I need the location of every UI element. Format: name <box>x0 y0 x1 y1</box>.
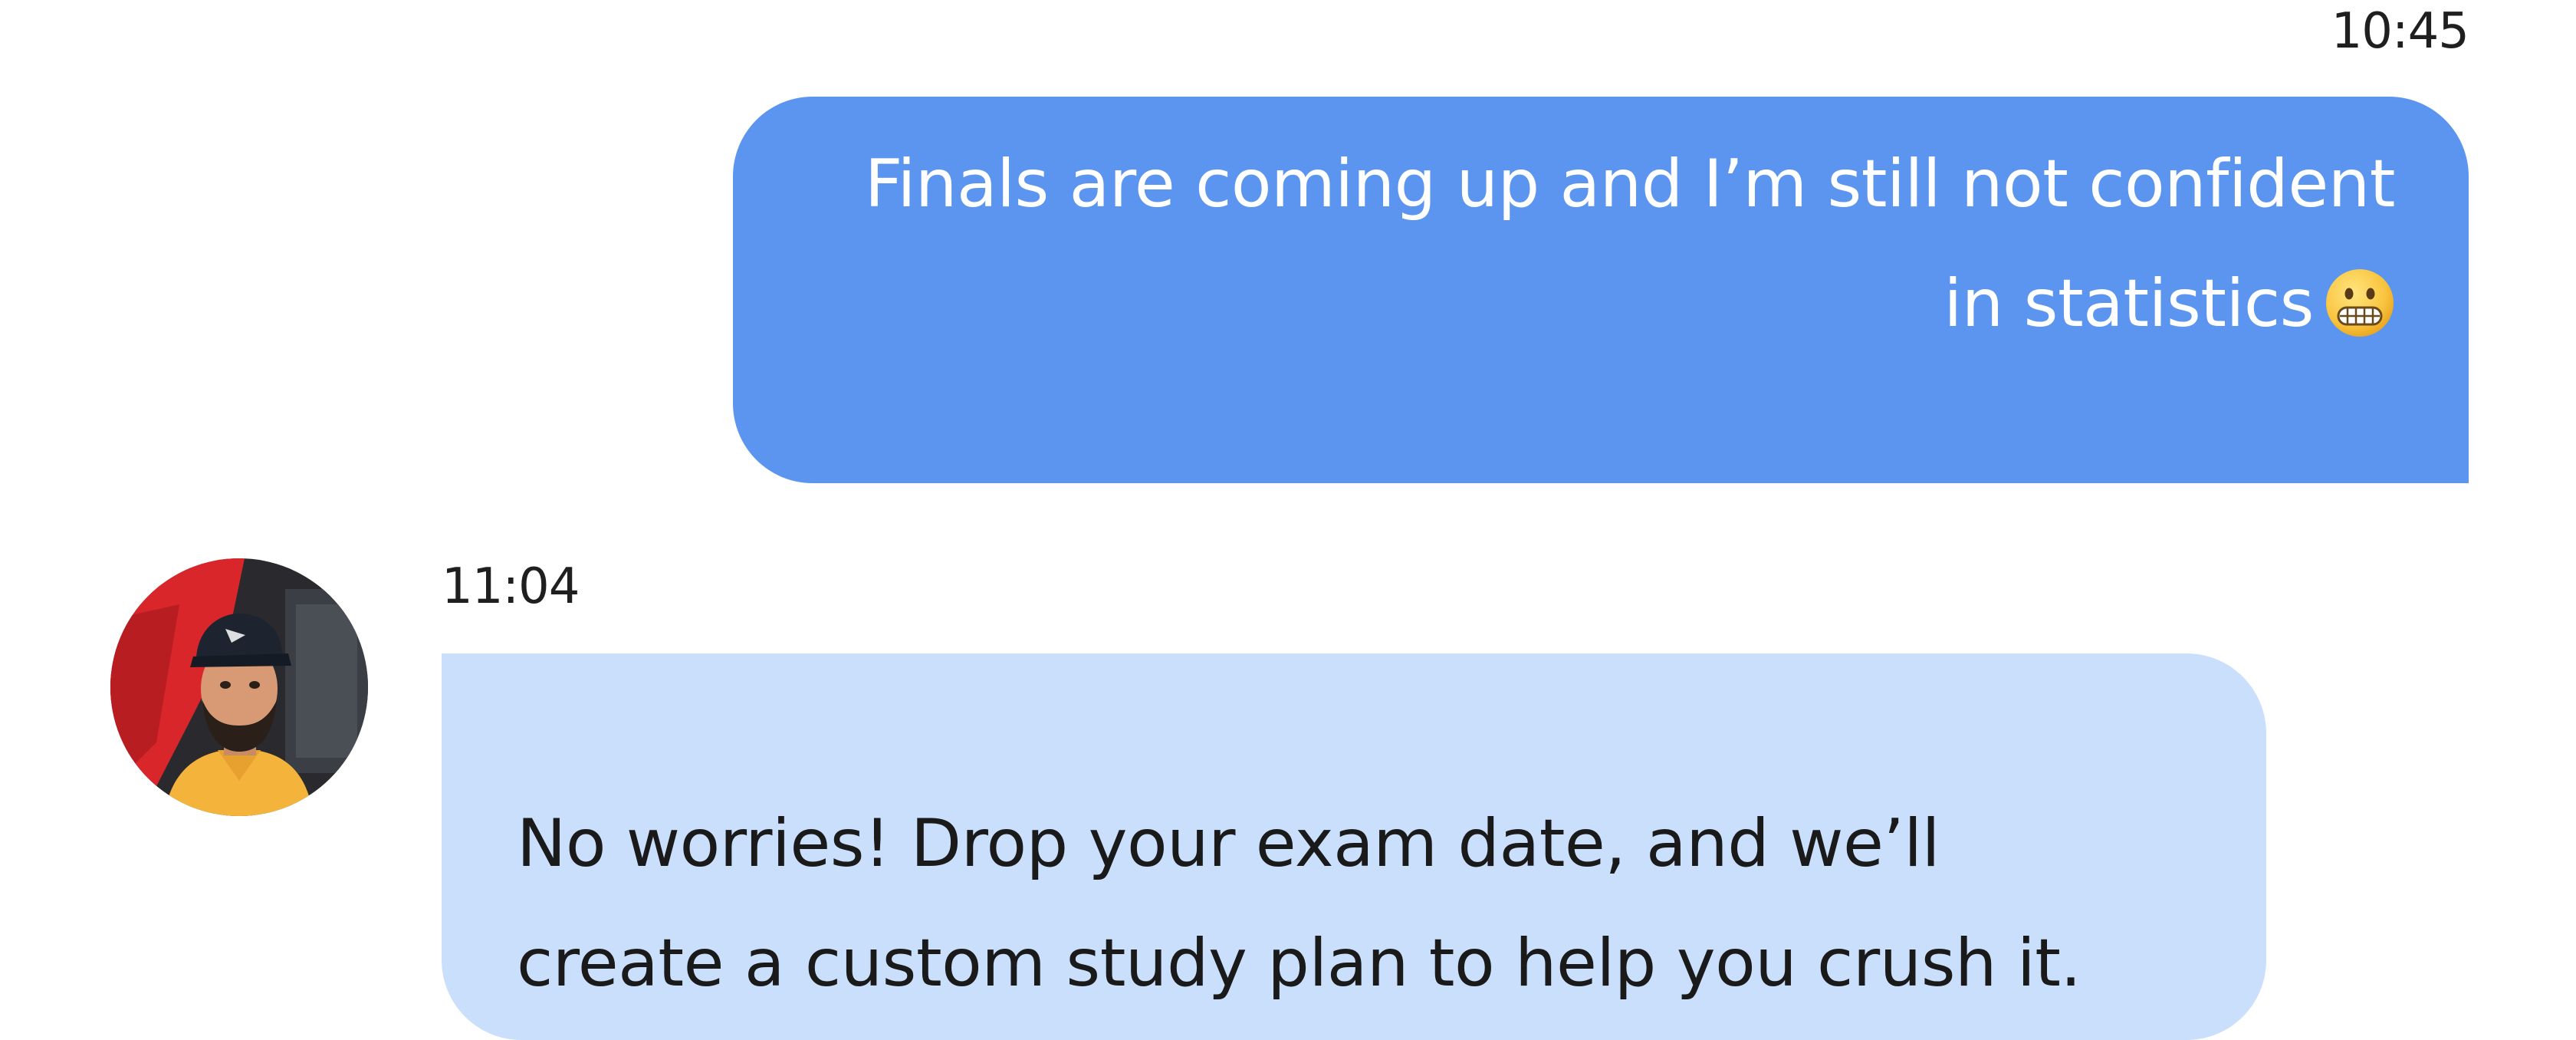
avatar[interactable] <box>110 558 368 816</box>
incoming-message-line-2: create a custom study plan to help you c… <box>517 925 2082 1002</box>
incoming-message-timestamp: 11:04 <box>442 558 580 615</box>
outgoing-message-line-2-text: in statistics <box>1944 265 2314 342</box>
user-avatar-photo <box>110 558 368 816</box>
outgoing-message-bubble[interactable]: Finals are coming up and I’m still not c… <box>733 97 2469 483</box>
outgoing-message-line-2: in statistics <box>807 244 2395 364</box>
outgoing-message-timestamp: 10:45 <box>2331 3 2469 60</box>
grimacing-face-icon <box>2326 268 2394 337</box>
incoming-message-line-1: No worries! Drop your exam date, and we’… <box>517 805 1940 882</box>
outgoing-message-line-1: Finals are coming up and I’m still not c… <box>864 146 2396 222</box>
incoming-message-bubble[interactable]: No worries! Drop your exam date, and we’… <box>442 653 2266 1040</box>
